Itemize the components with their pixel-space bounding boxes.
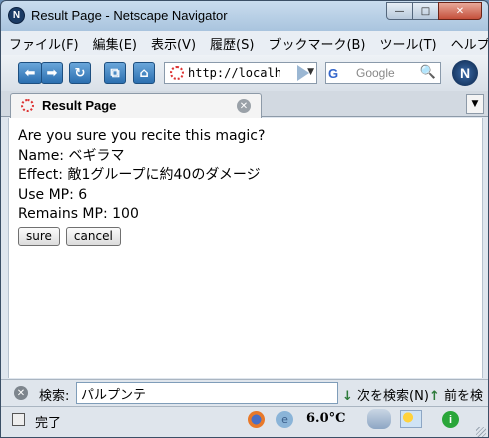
find-bar: ✕ 検索: ↓ 次を検索(N) ↑ 前を検 xyxy=(1,379,488,405)
spell-use-mp: Use MP: 6 xyxy=(18,186,88,203)
reload-icon: ↻ xyxy=(74,65,86,81)
find-input[interactable] xyxy=(76,382,338,404)
tab-list-button[interactable]: ▼ xyxy=(466,94,484,114)
find-next-label: 次を検索(N) xyxy=(357,389,429,404)
loading-icon xyxy=(170,66,184,80)
remaining-mp: Remains MP: 100 xyxy=(18,206,139,222)
find-prev-button[interactable]: ↑ 前を検 xyxy=(429,385,483,404)
menu-view[interactable]: 表示(V) xyxy=(151,34,196,53)
title-bar: N Result Page - Netscape Navigator — □ ✕ xyxy=(1,1,488,31)
temperature-readout[interactable]: 6.0°C xyxy=(306,411,345,426)
minimize-button[interactable]: — xyxy=(386,2,413,20)
status-text: 完了 xyxy=(35,416,62,431)
status-bar: 完了 e 6.0°C i xyxy=(1,406,488,437)
menu-history[interactable]: 履歴(S) xyxy=(210,34,254,53)
menu-file[interactable]: ファイル(F) xyxy=(9,34,79,53)
firefox-icon[interactable] xyxy=(248,411,265,428)
close-button[interactable]: ✕ xyxy=(438,2,482,20)
menu-help[interactable]: ヘルプ xyxy=(451,34,488,53)
info-icon[interactable]: i xyxy=(442,411,459,428)
home-icon: ⌂ xyxy=(139,65,149,81)
window-controls: — □ ✕ xyxy=(386,2,482,20)
tab-label: Result Page xyxy=(42,98,117,113)
sure-button[interactable]: sure xyxy=(18,226,60,246)
back-arrow-icon: ⬅ xyxy=(24,65,36,81)
new-window-button[interactable]: ⧉ xyxy=(104,62,126,84)
search-box[interactable]: G Google 🔍 xyxy=(325,62,441,84)
ie-tab-icon[interactable]: e xyxy=(276,411,293,428)
home-button[interactable]: ⌂ xyxy=(133,62,155,84)
window-icon: ⧉ xyxy=(110,65,120,81)
close-icon[interactable]: ✕ xyxy=(14,386,28,400)
netscape-throbber-icon[interactable]: N xyxy=(452,60,478,86)
arrow-up-icon: ↑ xyxy=(429,389,440,404)
window-title: Result Page - Netscape Navigator xyxy=(31,8,228,23)
sunny-weather-icon[interactable] xyxy=(400,410,422,428)
cloud-weather-icon[interactable] xyxy=(367,409,391,429)
find-label: 検索: xyxy=(39,389,70,404)
arrow-down-icon: ↓ xyxy=(342,389,353,404)
cancel-button[interactable]: cancel xyxy=(65,226,121,246)
browser-window: N Result Page - Netscape Navigator — □ ✕… xyxy=(0,0,489,438)
page-icon xyxy=(12,413,25,426)
url-text[interactable]: http://localhost xyxy=(188,66,280,80)
close-icon[interactable]: ✕ xyxy=(237,99,251,113)
menu-edit[interactable]: 編集(E) xyxy=(93,34,137,53)
google-icon[interactable]: G xyxy=(328,64,348,82)
page-content: Are you sure you recite this magic? Name… xyxy=(8,118,483,378)
confirm-buttons: sure cancel xyxy=(18,226,482,246)
menu-bar: ファイル(F) 編集(E) 表示(V) 履歴(S) ブックマーク(B) ツール(… xyxy=(1,31,488,55)
loading-icon xyxy=(21,99,34,112)
go-button[interactable] xyxy=(297,65,309,81)
forward-button[interactable]: ➡ xyxy=(41,62,63,84)
find-next-button[interactable]: ↓ 次を検索(N) xyxy=(342,385,429,404)
find-prev-label: 前を検 xyxy=(444,389,484,404)
forward-arrow-icon: ➡ xyxy=(46,65,58,81)
netscape-logo-icon: N xyxy=(8,7,25,24)
menu-tools[interactable]: ツール(T) xyxy=(380,34,437,53)
search-placeholder: Google xyxy=(356,66,395,80)
resize-grip-icon[interactable] xyxy=(476,427,486,437)
spell-effect: Effect: 敵1グループに約40のダメージ xyxy=(18,167,261,183)
confirm-question: Are you sure you recite this magic? xyxy=(18,128,266,144)
navigation-toolbar: ⬅ ➡ ↻ ⧉ ⌂ http://localhost ▼ G Google 🔍 … xyxy=(1,55,488,91)
url-bar[interactable]: http://localhost ▼ xyxy=(164,62,317,84)
reload-button[interactable]: ↻ xyxy=(69,62,91,84)
chevron-down-icon: ▼ xyxy=(471,99,479,109)
maximize-button[interactable]: □ xyxy=(412,2,439,20)
tab-strip: Result Page ✕ ▼ xyxy=(1,91,488,118)
back-button[interactable]: ⬅ xyxy=(18,62,42,84)
spell-name: Name: ベギラマ xyxy=(18,147,125,164)
tab-result-page[interactable]: Result Page ✕ xyxy=(10,93,262,118)
search-icon[interactable]: 🔍 xyxy=(420,65,436,80)
menu-bookmarks[interactable]: ブックマーク(B) xyxy=(268,34,365,53)
